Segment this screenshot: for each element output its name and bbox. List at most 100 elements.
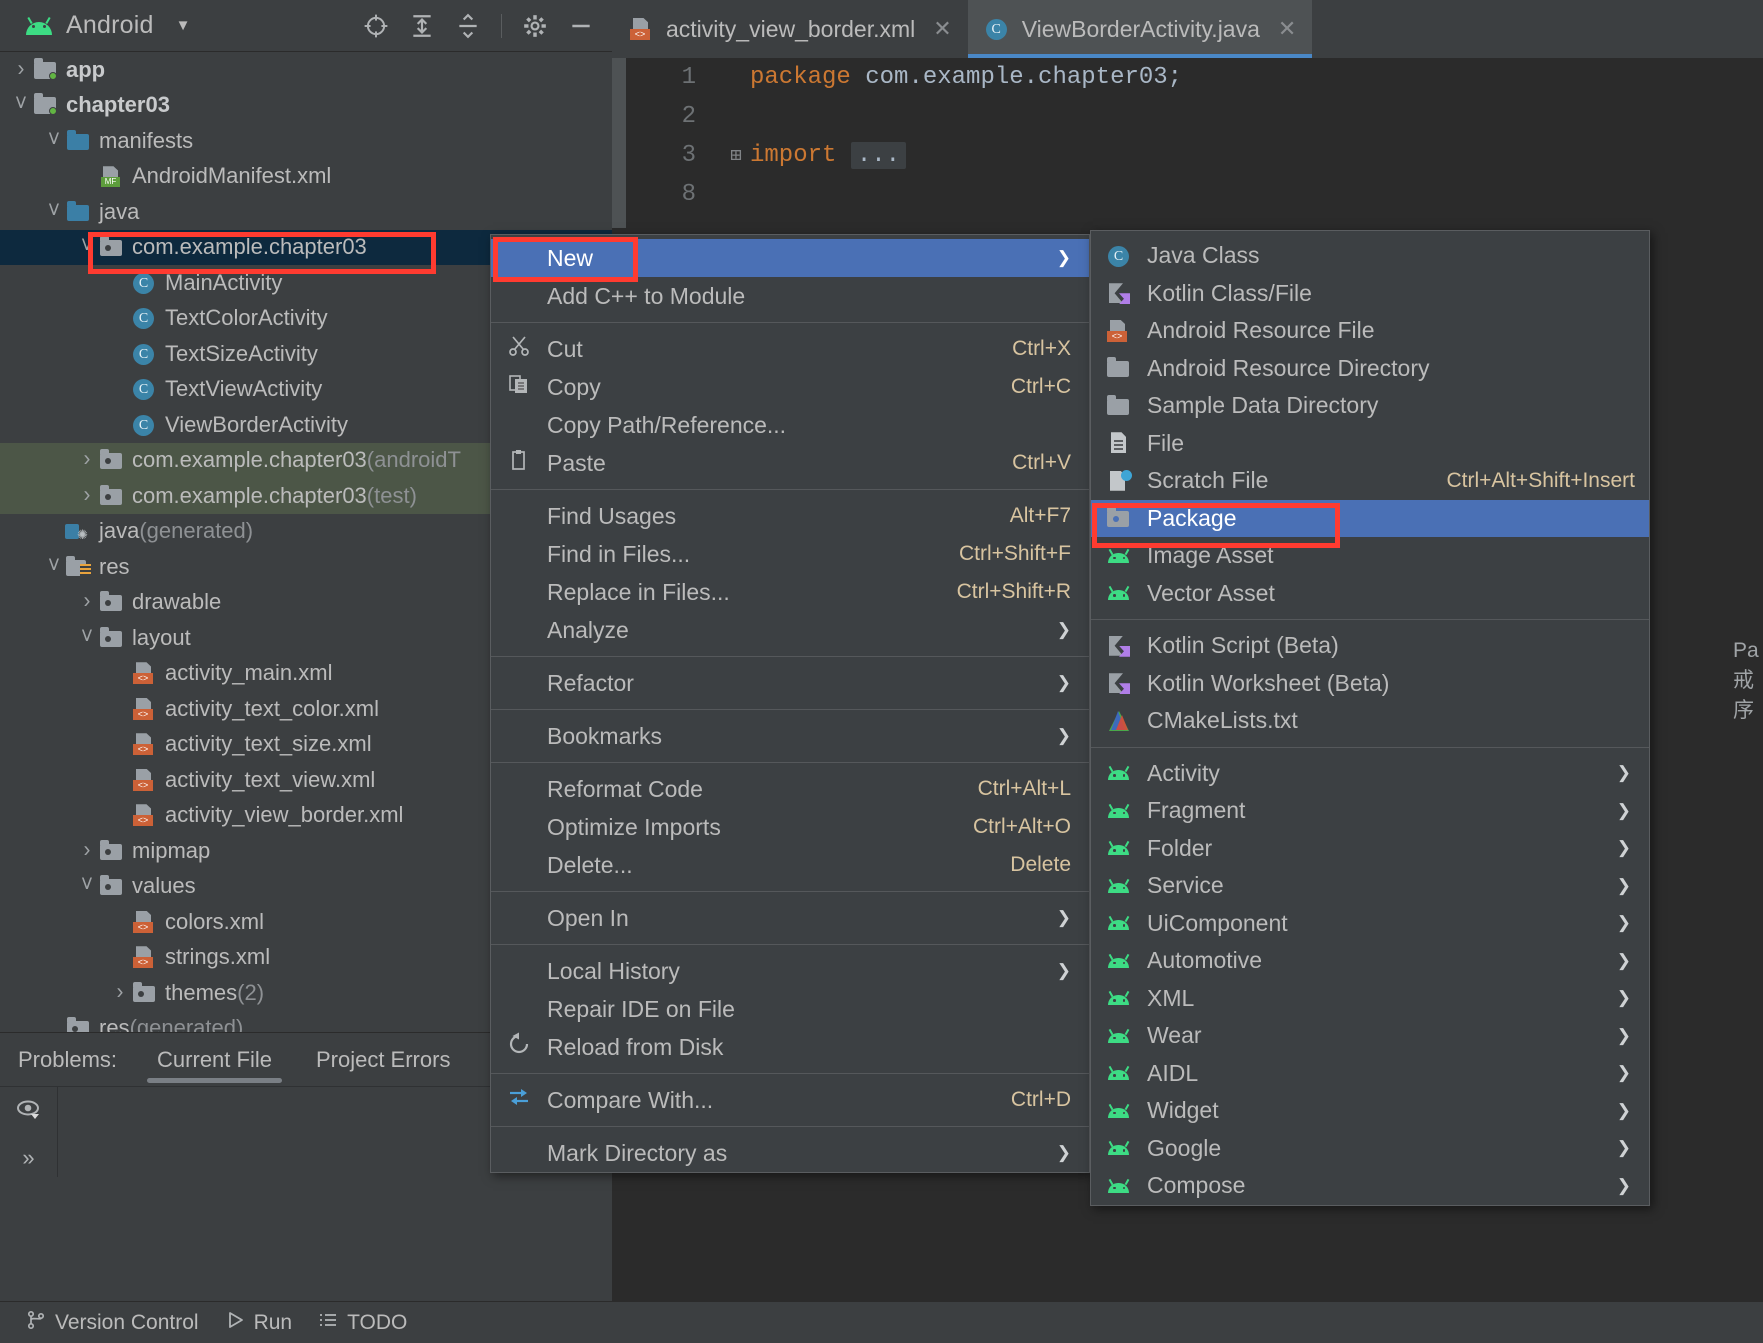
menu-item-refactor[interactable]: Refactor ❯: [491, 664, 1089, 702]
submenu-item-icon: [1091, 469, 1147, 492]
menu-item-compare-with[interactable]: Compare With... Ctrl+D: [491, 1081, 1089, 1119]
gear-icon[interactable]: [516, 7, 554, 45]
submenu-item-automotive[interactable]: Automotive ❯: [1091, 942, 1649, 980]
module-folder-icon: [32, 93, 58, 116]
expand-more-icon[interactable]: »: [22, 1145, 34, 1171]
editor-tab-activity-view-border-xml[interactable]: <> activity_view_border.xml ✕: [612, 0, 968, 58]
submenu-item-vector-asset[interactable]: Vector Asset: [1091, 575, 1649, 613]
submenu-item-sample-data-directory[interactable]: Sample Data Directory: [1091, 387, 1649, 425]
menu-item-reload-from-disk[interactable]: Reload from Disk: [491, 1028, 1089, 1066]
submenu-item-google[interactable]: Google ❯: [1091, 1130, 1649, 1168]
submenu-item-package[interactable]: Package: [1091, 499, 1649, 537]
menu-item-analyze[interactable]: Analyze ❯: [491, 611, 1089, 649]
submenu-item-activity[interactable]: Activity ❯: [1091, 755, 1649, 793]
blue-folder-icon: [65, 200, 91, 223]
chevron-right-icon[interactable]: ›: [73, 590, 102, 615]
menu-item-copy-path-reference[interactable]: Copy Path/Reference...: [491, 406, 1089, 444]
submenu-item-service[interactable]: Service ❯: [1091, 867, 1649, 905]
submenu-item-android-resource-directory[interactable]: Android Resource Directory: [1091, 350, 1649, 388]
submenu-item-icon: [1091, 672, 1147, 695]
chevron-right-icon[interactable]: ›: [73, 483, 102, 508]
menu-item-open-in[interactable]: Open In ❯: [491, 899, 1089, 937]
submenu-item-kotlin-class-file[interactable]: Kotlin Class/File: [1091, 275, 1649, 313]
menu-item-delete[interactable]: Delete... Delete: [491, 846, 1089, 884]
menu-item-optimize-imports[interactable]: Optimize Imports Ctrl+Alt+O: [491, 808, 1089, 846]
eye-preview-icon[interactable]: [16, 1099, 42, 1127]
menu-item-paste[interactable]: Paste Ctrl+V: [491, 444, 1089, 482]
submenu-item-fragment[interactable]: Fragment ❯: [1091, 792, 1649, 830]
collapsed-imports-ellipsis[interactable]: ...: [850, 142, 907, 169]
submenu-item-xml[interactable]: XML ❯: [1091, 980, 1649, 1018]
menu-item-find-in-files[interactable]: Find in Files... Ctrl+Shift+F: [491, 535, 1089, 573]
submenu-item-wear[interactable]: Wear ❯: [1091, 1017, 1649, 1055]
android-icon: [1106, 762, 1132, 784]
statusbar-item-todo[interactable]: TODO: [318, 1310, 407, 1336]
statusbar-item-run[interactable]: Run: [225, 1310, 292, 1336]
chevron-down-icon[interactable]: ˅: [40, 553, 69, 580]
menu-item-mark-directory-as[interactable]: Mark Directory as ❯: [491, 1134, 1089, 1172]
menu-item-add-c++-to-module[interactable]: Add C++ to Module: [491, 277, 1089, 315]
clipboard-icon: [491, 449, 547, 477]
submenu-item-icon: <>: [1091, 319, 1147, 342]
collapse-all-icon[interactable]: [449, 7, 487, 45]
locate-icon[interactable]: [357, 7, 395, 45]
submenu-item-label: Folder: [1147, 834, 1213, 861]
new-submenu[interactable]: C Java Class Kotlin Class/File <> Android Re…: [1090, 230, 1650, 1206]
menu-item-new[interactable]: New ❯: [491, 239, 1089, 277]
chevron-right-icon[interactable]: ›: [73, 838, 102, 863]
tree-node-chapter03[interactable]: ˅ chapter03: [0, 88, 612, 124]
tree-node-java[interactable]: ˅ java: [0, 194, 612, 230]
submenu-item-scratch-file[interactable]: Scratch File Ctrl+Alt+Shift+Insert: [1091, 462, 1649, 500]
submenu-item-android-resource-file[interactable]: <> Android Resource File: [1091, 312, 1649, 350]
chevron-right-icon[interactable]: ›: [7, 57, 36, 82]
tree-node-app[interactable]: › app: [0, 52, 612, 88]
chevron-right-icon: ❯: [1616, 800, 1631, 820]
menu-item-local-history[interactable]: Local History ❯: [491, 952, 1089, 990]
chevron-down-icon[interactable]: ˅: [73, 873, 102, 900]
chevron-down-icon[interactable]: ˅: [7, 92, 36, 119]
editor-tab-viewborderactivity-java[interactable]: C ViewBorderActivity.java ✕: [967, 0, 1313, 58]
menu-item-shortcut: Ctrl+V: [1012, 451, 1071, 474]
menu-item-cut[interactable]: Cut Ctrl+X: [491, 330, 1089, 368]
submenu-item-image-asset[interactable]: Image Asset: [1091, 537, 1649, 575]
menu-item-copy[interactable]: Copy Ctrl+C: [491, 368, 1089, 406]
submenu-item-kotlin-worksheet-beta[interactable]: Kotlin Worksheet (Beta): [1091, 665, 1649, 703]
menu-item-find-usages[interactable]: Find Usages Alt+F7: [491, 497, 1089, 535]
submenu-item-aidl[interactable]: AIDL ❯: [1091, 1055, 1649, 1093]
tab-project-errors[interactable]: Project Errors: [294, 1033, 472, 1087]
fold-marker[interactable]: ⊞: [722, 144, 750, 167]
tree-node-androidmanifest-xml[interactable]: MF AndroidManifest.xml: [0, 159, 612, 195]
tab-current-file[interactable]: Current File: [135, 1033, 294, 1087]
tree-node-manifests[interactable]: ˅ manifests: [0, 123, 612, 159]
submenu-item-widget[interactable]: Widget ❯: [1091, 1092, 1649, 1130]
chevron-down-icon[interactable]: ˅: [73, 234, 102, 261]
submenu-item-java-class[interactable]: C Java Class: [1091, 237, 1649, 275]
chevron-down-icon[interactable]: ▼: [176, 17, 191, 34]
minimize-icon[interactable]: [562, 7, 600, 45]
statusbar-item-version-control[interactable]: Version Control: [26, 1310, 199, 1336]
submenu-item-compose[interactable]: Compose ❯: [1091, 1167, 1649, 1205]
chevron-down-icon[interactable]: ˅: [73, 624, 102, 651]
submenu-item-kotlin-script-beta[interactable]: Kotlin Script (Beta): [1091, 627, 1649, 665]
editor-scrollbar[interactable]: [612, 58, 626, 228]
expand-all-icon[interactable]: [403, 7, 441, 45]
java-class-icon: C: [131, 414, 157, 436]
menu-item-repair-ide-on-file[interactable]: Repair IDE on File: [491, 990, 1089, 1028]
chevron-right-icon: ❯: [1056, 673, 1071, 692]
submenu-item-label: CMakeLists.txt: [1147, 707, 1298, 734]
chevron-right-icon[interactable]: ›: [73, 448, 102, 473]
submenu-item-folder[interactable]: Folder ❯: [1091, 830, 1649, 868]
submenu-item-cmakelists-txt[interactable]: CMakeLists.txt: [1091, 702, 1649, 740]
context-menu[interactable]: New ❯ Add C++ to Module Cut Ctrl+X Copy Ctrl+C…: [490, 234, 1090, 1173]
submenu-item-uicomponent[interactable]: UiComponent ❯: [1091, 905, 1649, 943]
close-icon[interactable]: ✕: [1278, 16, 1296, 42]
chevron-right-icon: ❯: [1616, 763, 1631, 783]
menu-item-replace-in-files[interactable]: Replace in Files... Ctrl+Shift+R: [491, 573, 1089, 611]
chevron-right-icon[interactable]: ›: [106, 980, 135, 1005]
submenu-item-file[interactable]: File: [1091, 425, 1649, 463]
close-icon[interactable]: ✕: [933, 16, 951, 42]
chevron-down-icon[interactable]: ˅: [40, 127, 69, 154]
chevron-down-icon[interactable]: ˅: [40, 198, 69, 225]
menu-item-bookmarks[interactable]: Bookmarks ❯: [491, 717, 1089, 755]
menu-item-reformat-code[interactable]: Reformat Code Ctrl+Alt+L: [491, 770, 1089, 808]
